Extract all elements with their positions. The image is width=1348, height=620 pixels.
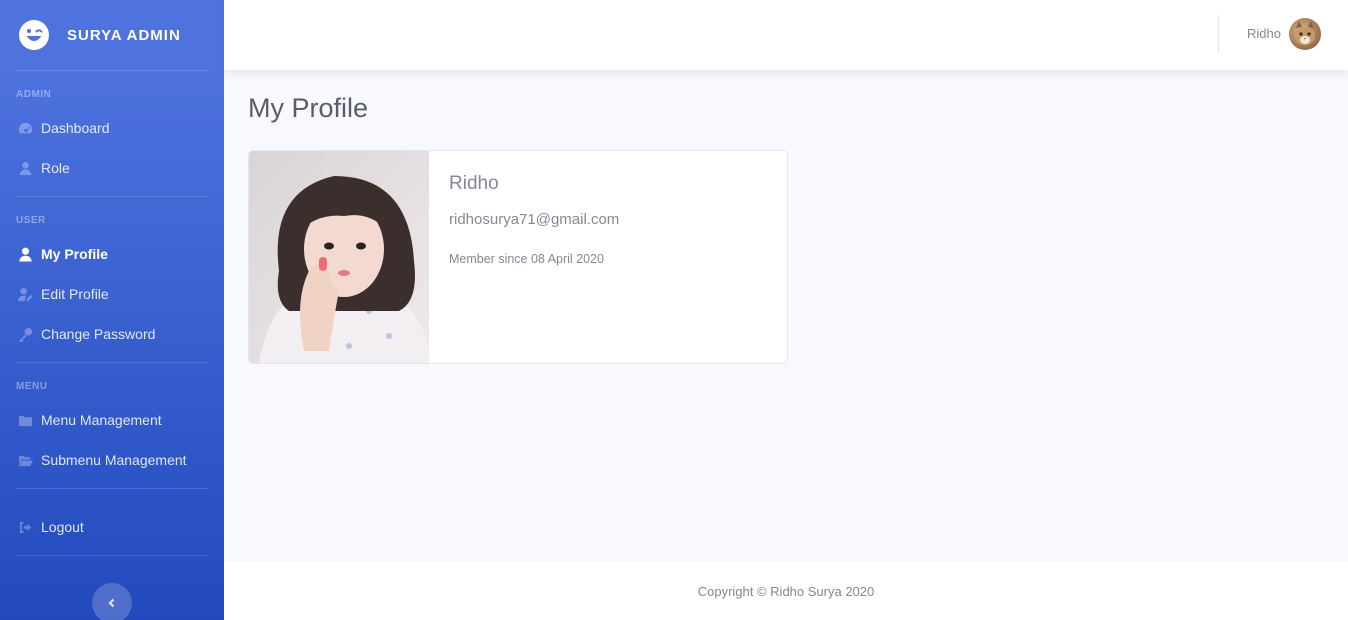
sidebar-item-label: Role xyxy=(41,160,70,176)
sidebar-brand[interactable]: SURYA ADMIN xyxy=(0,0,224,70)
chevron-left-icon xyxy=(108,598,115,608)
avatar[interactable] xyxy=(1289,18,1321,50)
folder-icon xyxy=(17,412,33,428)
tachometer-icon xyxy=(17,120,33,136)
key-icon xyxy=(17,326,33,342)
sidebar-item-submenu-management[interactable]: Submenu Management xyxy=(0,440,224,480)
sidebar-item-label: Dashboard xyxy=(41,120,110,136)
user-edit-icon xyxy=(17,286,33,302)
user-tie-icon xyxy=(17,160,33,176)
profile-card: Ridho ridhosurya71@gmail.com Member sinc… xyxy=(248,150,788,364)
sidebar: SURYA ADMIN ADMIN Dashboard Role USER My… xyxy=(0,0,224,620)
sidebar-heading-user: USER xyxy=(16,215,46,226)
sidebar-item-label: Logout xyxy=(41,519,84,535)
topbar-divider xyxy=(1218,15,1219,53)
laugh-wink-icon xyxy=(19,20,49,50)
profile-name: Ridho xyxy=(449,173,499,194)
footer: Copyright © Ridho Surya 2020 xyxy=(224,562,1348,620)
sidebar-item-logout[interactable]: Logout xyxy=(0,507,224,547)
sidebar-item-dashboard[interactable]: Dashboard xyxy=(0,108,224,148)
profile-email: ridhosurya71@gmail.com xyxy=(449,211,620,228)
sidebar-item-label: Menu Management xyxy=(41,412,162,428)
sidebar-item-edit-profile[interactable]: Edit Profile xyxy=(0,274,224,314)
profile-photo xyxy=(249,151,429,363)
topbar-user-name[interactable]: Ridho xyxy=(1247,26,1281,41)
sidebar-item-label: Change Password xyxy=(41,326,156,342)
sign-out-icon xyxy=(17,519,33,535)
sidebar-divider xyxy=(16,555,208,556)
topbar: Ridho xyxy=(224,0,1348,70)
footer-copyright: Copyright © Ridho Surya 2020 xyxy=(697,583,875,599)
folder-open-icon xyxy=(17,452,33,468)
sidebar-item-my-profile[interactable]: My Profile xyxy=(0,234,224,274)
sidebar-item-menu-management[interactable]: Menu Management xyxy=(0,400,224,440)
profile-member-since: Member since 08 April 2020 xyxy=(449,252,604,266)
user-icon xyxy=(17,246,33,262)
sidebar-item-label: Edit Profile xyxy=(41,286,109,302)
page-title: My Profile xyxy=(248,93,369,123)
sidebar-item-role[interactable]: Role xyxy=(0,148,224,188)
sidebar-heading-menu: MENU xyxy=(16,381,48,392)
sidebar-toggle-button[interactable] xyxy=(92,583,132,620)
sidebar-item-label: Submenu Management xyxy=(41,452,187,468)
brand-name: SURYA ADMIN xyxy=(67,26,181,44)
sidebar-item-label: My Profile xyxy=(41,246,108,262)
sidebar-item-change-password[interactable]: Change Password xyxy=(0,314,224,354)
sidebar-divider xyxy=(16,488,208,489)
sidebar-heading-admin: ADMIN xyxy=(16,89,52,100)
